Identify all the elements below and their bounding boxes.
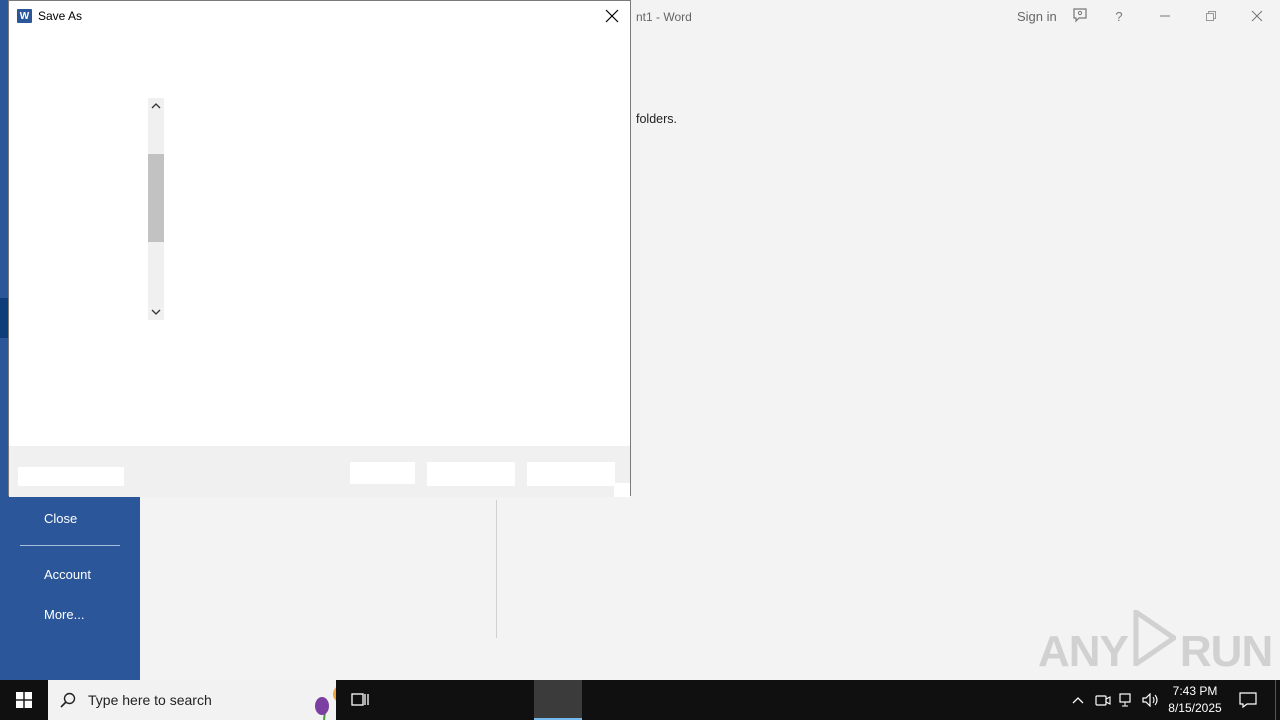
taskbar-clock[interactable]: 7:43 PM 8/15/2025 xyxy=(1162,683,1228,717)
show-hidden-icons-chevron-icon[interactable] xyxy=(1066,680,1090,720)
nav-account[interactable]: Account xyxy=(0,567,140,589)
watermark-right: RUN xyxy=(1179,627,1273,676)
restore-icon[interactable] xyxy=(1188,0,1234,32)
title-separator: - xyxy=(652,10,664,24)
nav-close[interactable]: Close xyxy=(0,511,140,533)
taskbar-search-box[interactable]: Type here to search xyxy=(48,680,336,720)
document-name: nt1 xyxy=(636,10,653,24)
word-app-icon: W xyxy=(17,9,32,23)
help-icon[interactable]: ? xyxy=(1096,0,1142,32)
network-icon[interactable] xyxy=(1115,680,1139,720)
nav-selected-marker xyxy=(0,298,8,338)
save-button[interactable] xyxy=(427,462,515,486)
nav-account-label: Account xyxy=(44,567,91,582)
clock-date: 8/15/2025 xyxy=(1168,701,1222,715)
nav-more[interactable]: More... xyxy=(0,607,140,629)
start-windows-icon[interactable] xyxy=(0,680,48,720)
scroll-down-icon[interactable] xyxy=(148,304,164,320)
minimize-icon[interactable] xyxy=(1142,0,1188,32)
volume-icon[interactable] xyxy=(1139,680,1163,720)
hide-folders-toggle[interactable] xyxy=(18,467,124,486)
meet-now-icon[interactable] xyxy=(1091,680,1115,720)
cancel-button[interactable] xyxy=(527,462,615,486)
search-icon xyxy=(60,692,76,713)
sign-in-link[interactable]: Sign in xyxy=(1017,9,1057,24)
dialog-title: Save As xyxy=(38,9,83,23)
document-title: nt1 - Word xyxy=(636,10,692,24)
anyrun-watermark: ANY RUN xyxy=(1038,607,1273,677)
backstage-body-text: folders. xyxy=(636,112,677,126)
nav-close-label: Close xyxy=(44,511,78,526)
dialog-footer xyxy=(9,446,630,497)
dialog-titlebar[interactable]: W Save As xyxy=(9,1,630,31)
flowers-decoration-icon xyxy=(304,680,336,720)
dialog-close-icon[interactable] xyxy=(600,5,624,27)
app-name: Word xyxy=(663,10,692,24)
action-center-icon[interactable] xyxy=(1232,680,1264,720)
show-desktop-button[interactable] xyxy=(1275,680,1280,720)
tools-button[interactable] xyxy=(350,462,415,484)
clock-time: 7:43 PM xyxy=(1172,684,1218,698)
word-taskbar-button[interactable] xyxy=(534,680,582,720)
resize-grip[interactable] xyxy=(614,483,630,497)
window-close-icon[interactable] xyxy=(1234,0,1280,32)
navigation-pane-scrollbar[interactable] xyxy=(148,98,164,320)
search-placeholder: Type here to search xyxy=(88,692,212,708)
taskbar: Type here to search 7:43 PM 8/15/2025 xyxy=(0,680,1280,720)
nav-more-label: More... xyxy=(44,607,85,622)
save-as-dialog: W Save As xyxy=(8,0,631,497)
watermark-left: ANY xyxy=(1038,627,1129,676)
backstage-divider xyxy=(496,500,497,638)
nav-separator xyxy=(20,545,120,546)
play-logo-icon xyxy=(1132,607,1179,677)
scroll-thumb[interactable] xyxy=(148,154,164,242)
scroll-up-icon[interactable] xyxy=(148,98,164,114)
task-view-icon[interactable] xyxy=(336,680,384,720)
